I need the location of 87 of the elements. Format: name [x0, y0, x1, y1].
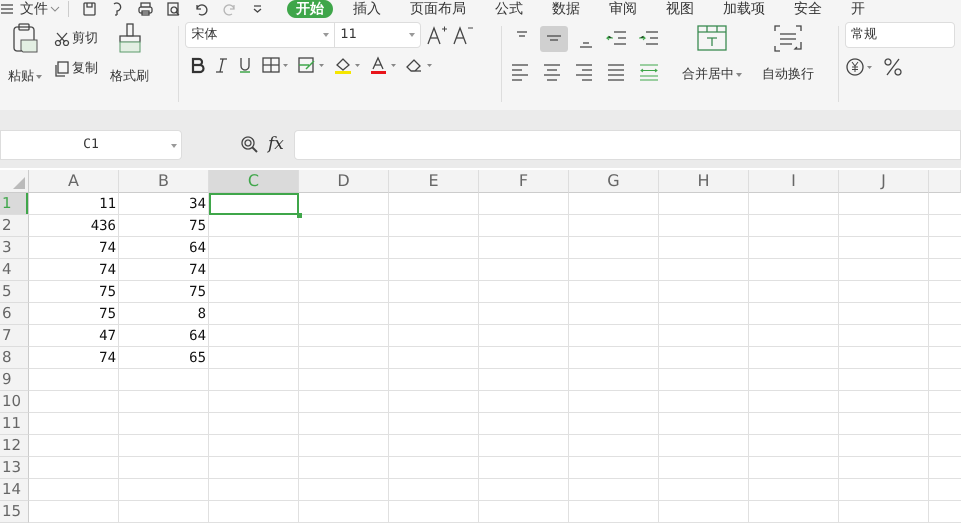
column-header[interactable]: J — [839, 170, 929, 193]
caret-icon — [50, 5, 60, 13]
table-cell-text: 64 — [188, 326, 207, 346]
table-cell-text: 75 — [98, 282, 117, 302]
bold-icon[interactable] — [189, 56, 206, 74]
table-cell-text: 47 — [98, 326, 117, 346]
increase-font-icon[interactable] — [425, 24, 448, 46]
copy-icon — [54, 61, 70, 77]
table-cell-text: 74 — [98, 260, 117, 280]
menu-icon[interactable] — [0, 3, 14, 15]
table-cell-text: 11 — [98, 194, 117, 214]
row-header[interactable]: 8 — [0, 347, 29, 369]
row-header[interactable]: 7 — [0, 325, 29, 347]
caret-icon — [736, 73, 742, 77]
currency-icon[interactable] — [844, 56, 875, 78]
number-format-field[interactable]: 常规 — [844, 22, 955, 48]
table-cell-text: 64 — [188, 238, 207, 258]
font-color-icon[interactable] — [369, 56, 398, 74]
row-header[interactable]: 14 — [0, 479, 29, 501]
decrease-font-icon[interactable] — [451, 24, 474, 46]
table-cell-text: 65 — [188, 348, 207, 368]
ribbon-tab[interactable]: 加载项 — [714, 0, 774, 18]
borders-icon[interactable] — [261, 56, 290, 74]
conditional-format-icon[interactable] — [297, 56, 326, 74]
zoom-icon[interactable] — [240, 135, 260, 155]
row-header[interactable]: 2 — [0, 215, 29, 237]
merge-center-button[interactable]: 合并居中 — [680, 62, 744, 88]
column-header[interactable]: F — [479, 170, 569, 193]
percent-icon[interactable] — [882, 56, 903, 78]
table-cell-text: 74 — [188, 260, 207, 280]
column-header[interactable]: A — [29, 170, 119, 193]
table-cell-text: 75 — [188, 216, 207, 236]
ribbon-tab[interactable]: 审阅 — [600, 0, 646, 18]
caret-icon — [409, 33, 416, 37]
cut-button[interactable]: 剪切 — [52, 26, 100, 52]
row-header[interactable]: 10 — [0, 391, 29, 413]
column-header[interactable]: I — [749, 170, 839, 193]
ribbon-tab[interactable]: 页面布局 — [401, 0, 475, 18]
ribbon-tab[interactable]: 开始 — [287, 0, 333, 18]
name-box[interactable]: C1 — [0, 130, 182, 160]
row-header[interactable]: 4 — [0, 259, 29, 281]
table-cell-text: 74 — [98, 238, 117, 258]
row-header[interactable]: 12 — [0, 435, 29, 457]
print-icon[interactable] — [136, 1, 154, 17]
row-header[interactable]: 3 — [0, 237, 29, 259]
format-painter-button[interactable]: 格式刷 — [108, 64, 151, 90]
file-menu[interactable]: 文件 — [18, 0, 62, 18]
table-cell-text: 74 — [98, 348, 117, 368]
copy-button[interactable]: 复制 — [52, 56, 100, 82]
scissors-icon — [54, 32, 70, 46]
caret-icon — [36, 75, 42, 79]
function-label[interactable]: fx — [268, 132, 284, 158]
table-cell-text: 75 — [98, 304, 117, 324]
row-header[interactable]: 15 — [0, 501, 29, 523]
row-header[interactable]: 5 — [0, 281, 29, 303]
ribbon-tab[interactable]: 安全 — [785, 0, 831, 18]
wrap-text-button[interactable]: 自动换行 — [760, 62, 816, 88]
ribbon-tab[interactable]: 开 — [842, 0, 874, 18]
row-header[interactable]: 9 — [0, 369, 29, 391]
print-preview-icon[interactable] — [164, 1, 182, 17]
row-header[interactable]: 6 — [0, 303, 29, 325]
font-size-field[interactable]: 11 — [334, 22, 422, 48]
italic-icon[interactable] — [213, 56, 230, 74]
table-cell-text: 75 — [188, 282, 207, 302]
font-name-field[interactable]: 宋体 — [185, 22, 336, 48]
active-cell[interactable] — [209, 193, 299, 215]
fill-color-icon[interactable] — [333, 56, 362, 74]
formula-field[interactable] — [294, 130, 961, 160]
caret-icon — [323, 33, 330, 37]
caret-icon — [171, 144, 177, 148]
table-cell-text: 34 — [188, 194, 207, 214]
ribbon-tab[interactable]: 插入 — [344, 0, 390, 18]
paste-button[interactable]: 粘贴 — [6, 64, 44, 90]
row-header[interactable]: 13 — [0, 457, 29, 479]
ribbon-tab[interactable]: 视图 — [657, 0, 703, 18]
table-cell-text: 8 — [196, 304, 207, 324]
row-header[interactable]: 11 — [0, 413, 29, 435]
column-header[interactable]: D — [299, 170, 389, 193]
ribbon-tab[interactable]: 数据 — [543, 0, 589, 18]
save-icon[interactable] — [80, 1, 98, 17]
fill-handle[interactable] — [297, 213, 302, 218]
table-cell-text: 436 — [90, 216, 117, 236]
column-header[interactable]: E — [389, 170, 479, 193]
column-header[interactable]: G — [569, 170, 659, 193]
column-header[interactable]: B — [119, 170, 209, 193]
column-header[interactable]: H — [659, 170, 749, 193]
ribbon-tab[interactable]: 公式 — [486, 0, 532, 18]
